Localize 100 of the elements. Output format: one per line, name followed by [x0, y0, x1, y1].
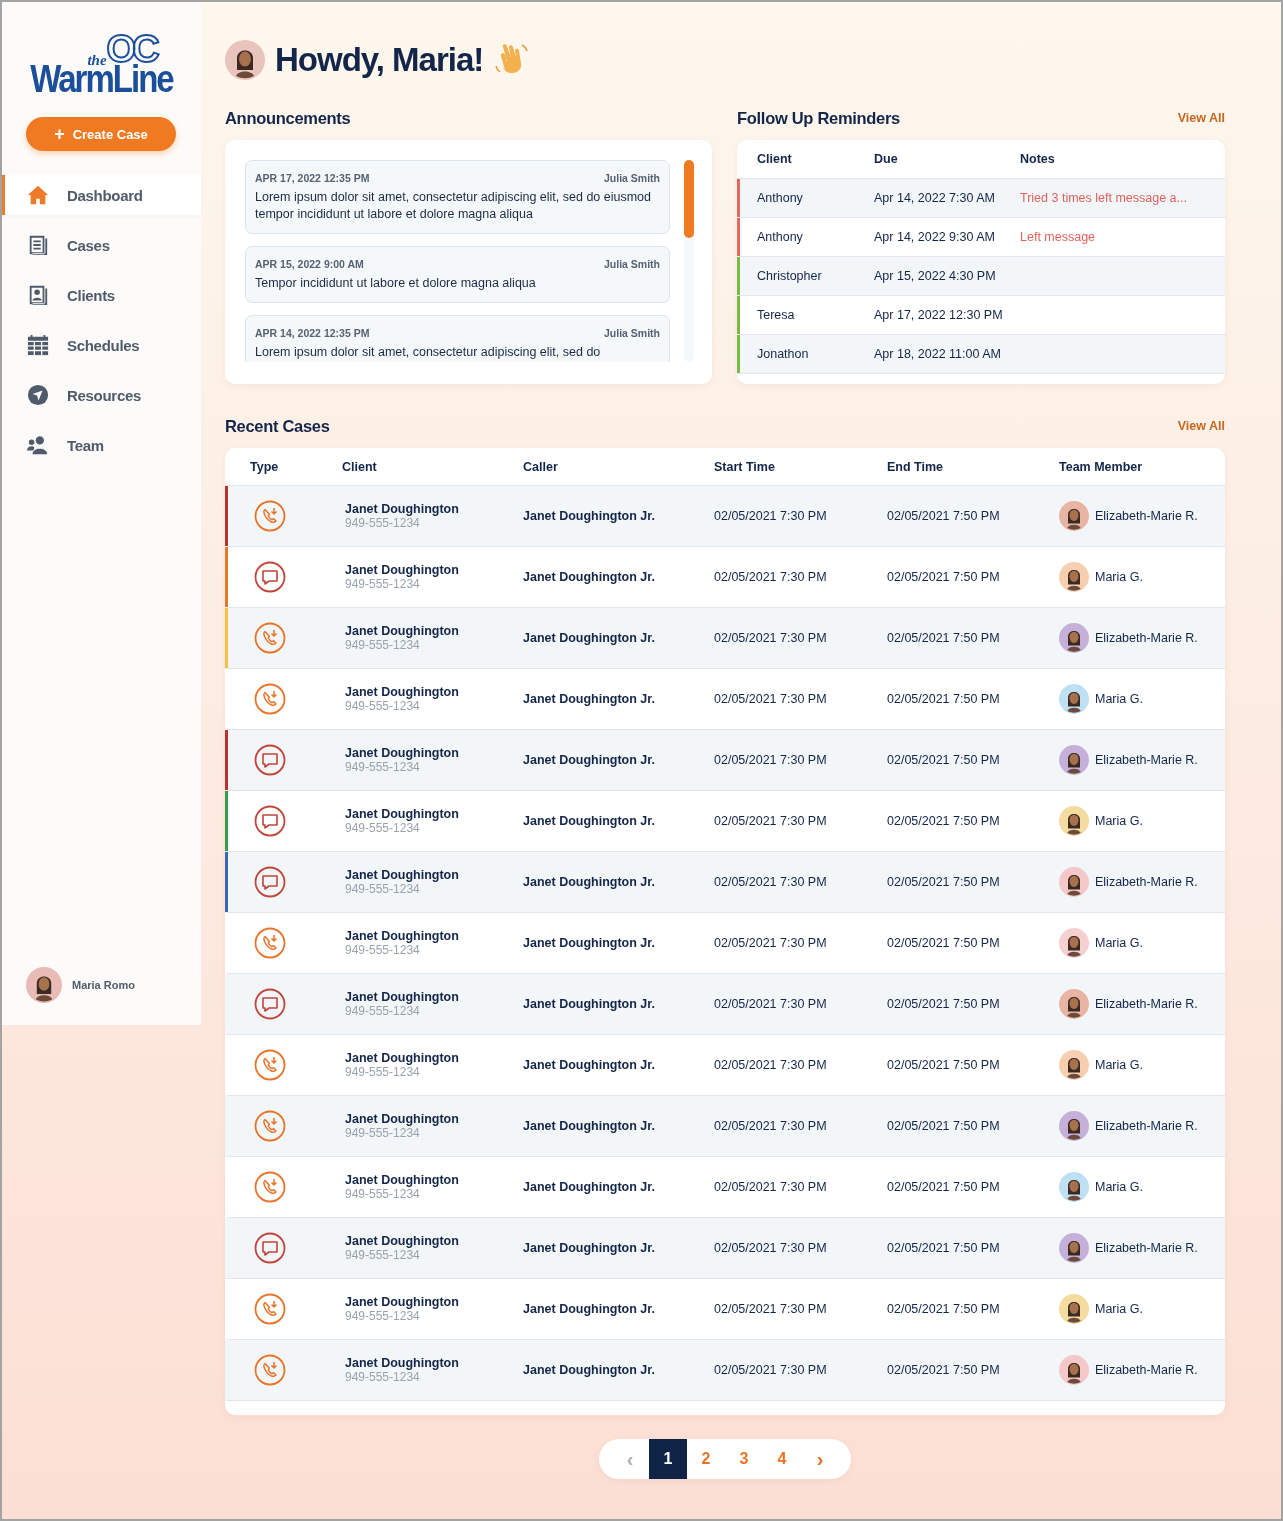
client-phone: 949-555-1234 — [345, 1126, 421, 1140]
avatar — [1059, 1355, 1089, 1385]
avatar — [1059, 1233, 1089, 1263]
table-cell-text: Janet Doughington Jr. — [523, 1241, 656, 1255]
table-cell-text: 02/05/2021 7:30 PM — [714, 1058, 828, 1072]
table-cell-text: Janet Doughington Jr. — [523, 997, 656, 1011]
table-cell-text: 02/05/2021 7:50 PM — [887, 1302, 1001, 1316]
chat-icon — [254, 866, 286, 898]
column-header: Due — [874, 152, 899, 166]
phone-icon — [254, 927, 286, 959]
table-cell-text: Janet Doughington Jr. — [523, 1119, 656, 1133]
nav-item[interactable]: Team — [2, 425, 201, 465]
table-cell-text: Jonathon — [757, 347, 810, 361]
avatar — [26, 967, 62, 1003]
client-phone: 949-555-1234 — [345, 1187, 421, 1201]
announcement-date: APR 15, 2022 9:00 AM — [255, 258, 364, 270]
phone-icon — [254, 1293, 286, 1325]
table-cell-text: 02/05/2021 7:50 PM — [887, 509, 1001, 523]
announcement-item[interactable]: APR 15, 2022 9:00 AM Julia Smith Tempor incididunt ut labore et dolore magna aliqua — [245, 246, 670, 303]
contact-card-icon — [27, 284, 49, 306]
view-all-link[interactable]: View All — [1177, 111, 1225, 125]
announcement-text: Lorem ipsum dolor sit amet, consectetur adipiscing elit, sed do eiusmod tempor incididunt ut labore et dolore magna aliqua — [255, 189, 653, 223]
table-cell-text: Janet Doughington Jr. — [523, 1363, 656, 1377]
table-cell-text: 02/05/2021 7:30 PM — [714, 1302, 828, 1316]
table-cell-text: 02/05/2021 7:30 PM — [714, 631, 828, 645]
section-title: Recent Cases — [225, 416, 330, 436]
column-header: Client — [757, 152, 793, 166]
team-member-name: Elizabeth-Marie R. — [1095, 631, 1198, 645]
team-member-name: Maria G. — [1095, 692, 1143, 706]
nav-item[interactable]: Dashboard — [2, 175, 201, 215]
table-cell-text: 02/05/2021 7:50 PM — [887, 753, 1001, 767]
announcement-text: Lorem ipsum dolor sit amet, consectetur adipiscing elit, sed do — [255, 344, 602, 361]
avatar — [1059, 928, 1089, 958]
table-cell-text: 02/05/2021 7:50 PM — [887, 936, 1001, 950]
table-cell-text: Apr 18, 2022 11:00 AM — [874, 347, 1002, 361]
avatar — [1059, 1294, 1089, 1324]
navigation-icon — [27, 384, 49, 406]
scrollbar[interactable] — [684, 160, 694, 362]
announcement-item[interactable]: APR 14, 2022 12:35 PM Julia Smith Lorem ipsum dolor sit amet, consectetur adipiscing elit, sed do — [245, 315, 670, 362]
client-phone: 949-555-1234 — [345, 1004, 421, 1018]
table-cell-text: 02/05/2021 7:50 PM — [887, 570, 1001, 584]
phone-icon — [254, 1171, 286, 1203]
nav-item[interactable]: Cases — [2, 225, 201, 265]
section-title: Announcements — [225, 108, 351, 128]
column-header: Type — [250, 459, 280, 474]
column-header: Caller — [523, 459, 559, 474]
client-phone: 949-555-1234 — [345, 1248, 421, 1262]
team-member-name: Elizabeth-Marie R. — [1095, 753, 1198, 767]
team-member-name: Maria G. — [1095, 570, 1143, 584]
client-phone: 949-555-1234 — [345, 1370, 421, 1384]
view-all-link[interactable]: View All — [1177, 419, 1225, 433]
table-cell-text: Apr 17, 2022 12:30 PM — [874, 308, 1004, 322]
section-title: Follow Up Reminders — [737, 108, 900, 128]
table-cell-text: 02/05/2021 7:50 PM — [887, 1363, 1001, 1377]
client-name: Janet Doughington — [345, 929, 460, 943]
phone-icon — [254, 622, 286, 654]
table-cell-text: 02/05/2021 7:30 PM — [714, 1180, 828, 1194]
client-name: Janet Doughington — [345, 563, 460, 577]
table-cell-text: 02/05/2021 7:30 PM — [714, 875, 828, 889]
team-member-name: Maria G. — [1095, 814, 1143, 828]
column-header: Client — [342, 459, 378, 474]
announcement-author: Julia Smith — [604, 258, 660, 270]
team-member-name: Maria G. — [1095, 936, 1143, 950]
client-phone: 949-555-1234 — [345, 638, 421, 652]
table-cell-text: 02/05/2021 7:30 PM — [714, 509, 828, 523]
client-name: Janet Doughington — [345, 624, 460, 638]
chat-icon — [254, 561, 286, 593]
announcement-author: Julia Smith — [604, 327, 660, 339]
table-cell-text: Janet Doughington Jr. — [523, 1180, 656, 1194]
table-cell-text: Anthony — [757, 191, 804, 205]
table-cell-text: Janet Doughington Jr. — [523, 570, 656, 584]
client-phone: 949-555-1234 — [345, 1309, 421, 1323]
table-cell-text: 02/05/2021 7:30 PM — [714, 814, 828, 828]
client-name: Janet Doughington — [345, 1112, 460, 1126]
client-phone: 949-555-1234 — [345, 699, 421, 713]
table-cell-text: Janet Doughington Jr. — [523, 1302, 656, 1316]
table-cell-text: 02/05/2021 7:50 PM — [887, 997, 1001, 1011]
client-name: Janet Doughington — [345, 1295, 460, 1309]
team-member-name: Elizabeth-Marie R. — [1095, 1119, 1198, 1133]
announcement-author: Julia Smith — [604, 172, 660, 184]
page-button[interactable]: 1 — [649, 1439, 687, 1479]
table-cell-text: Christopher — [757, 269, 823, 283]
table-cell-text: Janet Doughington Jr. — [523, 1058, 656, 1072]
table-cell-text: Janet Doughington Jr. — [523, 814, 656, 828]
nav-item[interactable]: Resources — [2, 375, 201, 415]
client-phone: 949-555-1234 — [345, 760, 421, 774]
people-icon — [27, 434, 49, 456]
avatar — [1059, 623, 1089, 653]
nav-item[interactable]: Schedules — [2, 325, 201, 365]
table-cell-text: 02/05/2021 7:50 PM — [887, 1058, 1001, 1072]
client-phone: 949-555-1234 — [345, 577, 421, 591]
announcement-item[interactable]: APR 17, 2022 12:35 PM Julia Smith Lorem ipsum dolor sit amet, consectetur adipiscing elit, sed do eiusmod tempor incididunt ut labore et dolore magna aliqua — [245, 160, 670, 234]
chat-icon — [254, 744, 286, 776]
table-cell-text: Janet Doughington Jr. — [523, 509, 656, 523]
team-member-name: Elizabeth-Marie R. — [1095, 509, 1198, 523]
table-cell-text: 02/05/2021 7:30 PM — [714, 1119, 828, 1133]
nav-item[interactable]: Clients — [2, 275, 201, 315]
table-cell-text: 02/05/2021 7:50 PM — [887, 1180, 1001, 1194]
table-cell-text: Janet Doughington Jr. — [523, 692, 656, 706]
table-cell-text: Anthony — [757, 230, 804, 244]
